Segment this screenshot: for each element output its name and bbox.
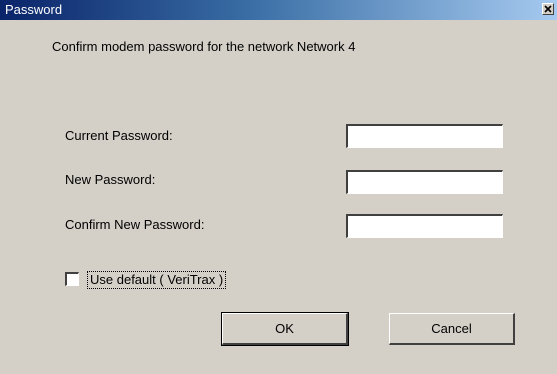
current-password-label: Current Password:	[65, 128, 173, 143]
ok-button[interactable]: OK	[221, 312, 349, 346]
dialog-message: Confirm modem password for the network N…	[52, 39, 356, 54]
confirm-password-input[interactable]	[346, 214, 503, 238]
password-dialog: Password Confirm modem password for the …	[0, 0, 557, 374]
confirm-password-label: Confirm New Password:	[65, 217, 205, 232]
new-password-label: New Password:	[65, 172, 156, 187]
close-button[interactable]	[542, 3, 554, 15]
use-default-checkbox[interactable]	[65, 272, 79, 286]
use-default-label[interactable]: Use default ( VeriTrax )	[87, 271, 227, 289]
new-password-input[interactable]	[346, 170, 503, 194]
close-icon	[544, 5, 552, 13]
title-bar[interactable]: Password	[0, 0, 557, 20]
cancel-button[interactable]: Cancel	[389, 313, 515, 345]
current-password-input[interactable]	[346, 124, 503, 148]
window-title: Password	[5, 2, 63, 17]
